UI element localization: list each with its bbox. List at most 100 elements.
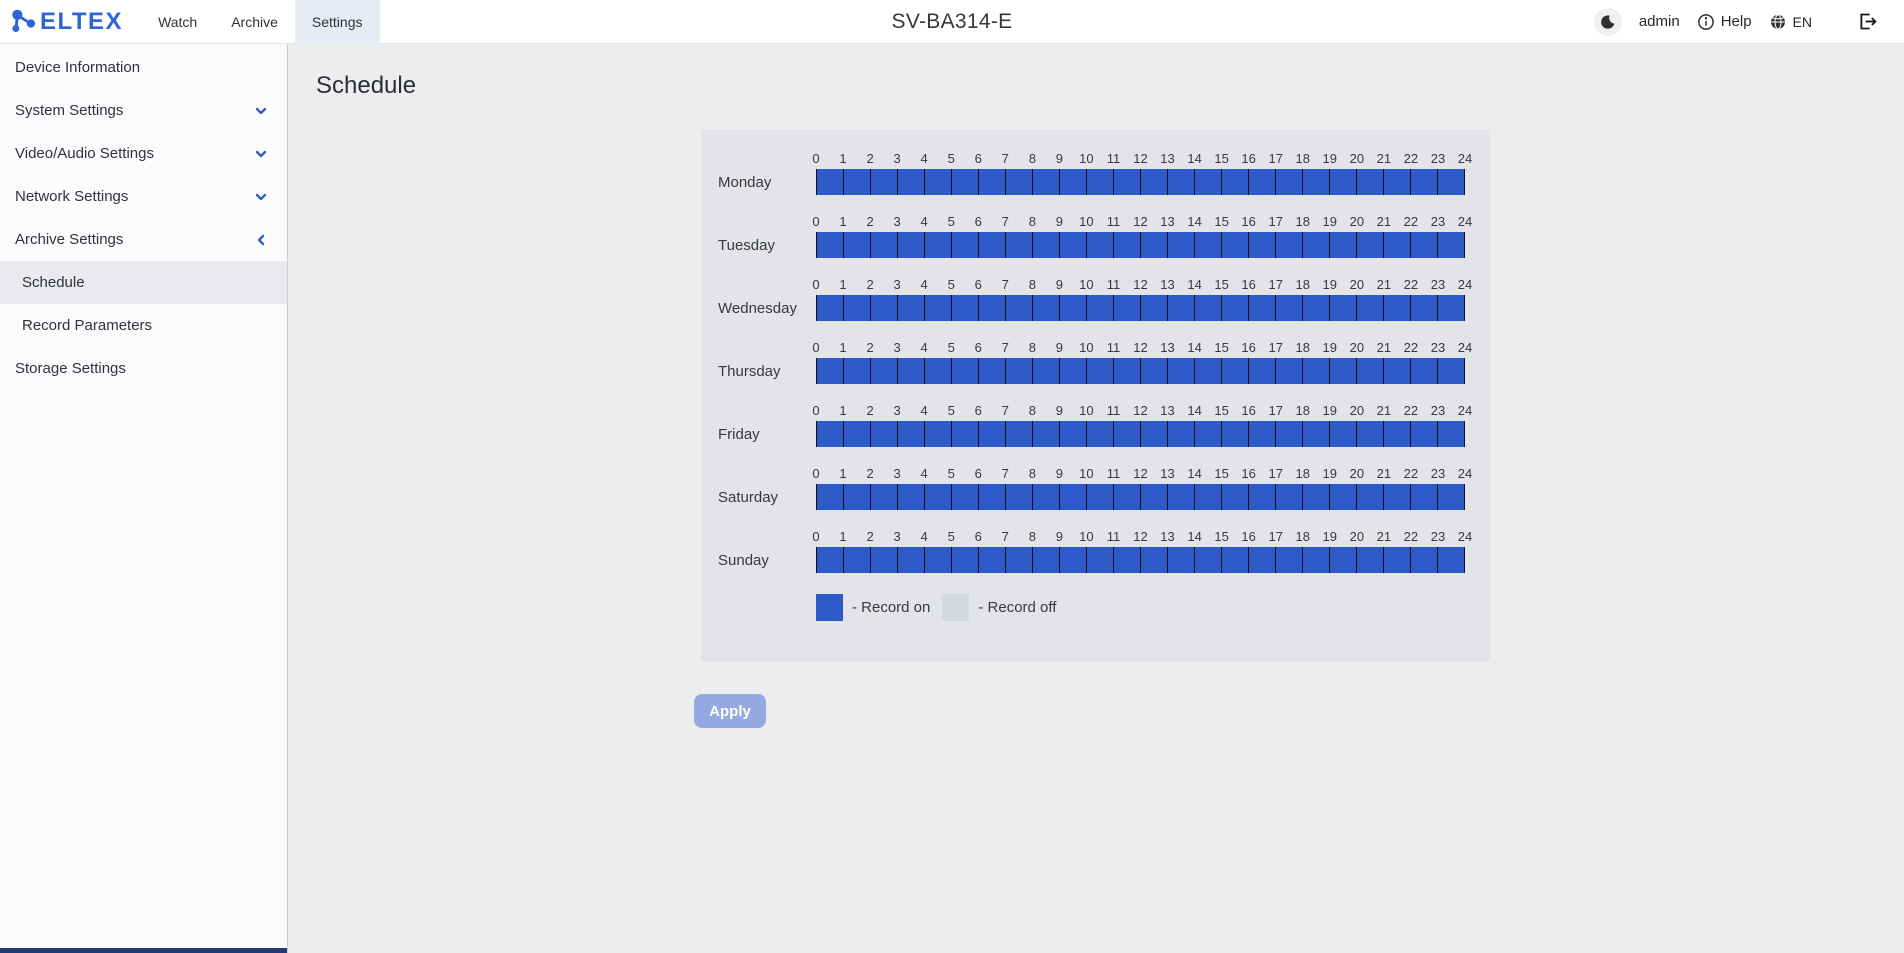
sidebar-item-device-information[interactable]: Device Information: [0, 46, 287, 89]
schedule-cell-thursday-9[interactable]: [1060, 358, 1087, 384]
schedule-cell-saturday-20[interactable]: [1357, 484, 1384, 510]
schedule-cell-friday-12[interactable]: [1141, 421, 1168, 447]
schedule-cell-saturday-14[interactable]: [1195, 484, 1222, 510]
language-switcher[interactable]: EN: [1769, 13, 1812, 31]
schedule-cell-wednesday-19[interactable]: [1330, 295, 1357, 321]
nav-tab-archive[interactable]: Archive: [214, 0, 295, 44]
schedule-cell-wednesday-5[interactable]: [952, 295, 979, 321]
schedule-cell-tuesday-13[interactable]: [1168, 232, 1195, 258]
schedule-cell-sunday-12[interactable]: [1141, 547, 1168, 573]
schedule-cell-thursday-20[interactable]: [1357, 358, 1384, 384]
schedule-cell-tuesday-19[interactable]: [1330, 232, 1357, 258]
sidebar-subitem-schedule[interactable]: Schedule: [0, 261, 287, 304]
schedule-cell-monday-21[interactable]: [1384, 169, 1411, 195]
schedule-cell-wednesday-16[interactable]: [1249, 295, 1276, 321]
schedule-cell-wednesday-17[interactable]: [1276, 295, 1303, 321]
schedule-cell-tuesday-2[interactable]: [871, 232, 898, 258]
schedule-cell-wednesday-12[interactable]: [1141, 295, 1168, 321]
schedule-cell-sunday-5[interactable]: [952, 547, 979, 573]
schedule-cell-tuesday-16[interactable]: [1249, 232, 1276, 258]
schedule-cell-tuesday-0[interactable]: [816, 232, 844, 258]
schedule-cell-tuesday-15[interactable]: [1222, 232, 1249, 258]
schedule-cell-friday-19[interactable]: [1330, 421, 1357, 447]
schedule-cell-wednesday-21[interactable]: [1384, 295, 1411, 321]
schedule-cell-monday-1[interactable]: [844, 169, 871, 195]
apply-button[interactable]: Apply: [694, 694, 766, 728]
schedule-cell-sunday-23[interactable]: [1438, 547, 1465, 573]
schedule-cell-sunday-6[interactable]: [979, 547, 1006, 573]
schedule-cell-sunday-16[interactable]: [1249, 547, 1276, 573]
schedule-cell-wednesday-15[interactable]: [1222, 295, 1249, 321]
sidebar-item-archive-settings[interactable]: Archive Settings: [0, 218, 287, 261]
schedule-cell-tuesday-4[interactable]: [925, 232, 952, 258]
sidebar-subitem-record-parameters[interactable]: Record Parameters: [0, 304, 287, 347]
schedule-cell-friday-20[interactable]: [1357, 421, 1384, 447]
schedule-cell-friday-0[interactable]: [816, 421, 844, 447]
schedule-cell-friday-1[interactable]: [844, 421, 871, 447]
nav-tab-settings[interactable]: Settings: [295, 0, 380, 44]
schedule-cell-friday-2[interactable]: [871, 421, 898, 447]
sidebar-item-network-settings[interactable]: Network Settings: [0, 175, 287, 218]
schedule-cell-saturday-7[interactable]: [1006, 484, 1033, 510]
sidebar-item-video-audio-settings[interactable]: Video/Audio Settings: [0, 132, 287, 175]
schedule-cell-thursday-0[interactable]: [816, 358, 844, 384]
schedule-cell-saturday-17[interactable]: [1276, 484, 1303, 510]
schedule-cell-sunday-3[interactable]: [898, 547, 925, 573]
schedule-cell-saturday-6[interactable]: [979, 484, 1006, 510]
schedule-cell-friday-9[interactable]: [1060, 421, 1087, 447]
schedule-cell-wednesday-14[interactable]: [1195, 295, 1222, 321]
schedule-cell-thursday-14[interactable]: [1195, 358, 1222, 384]
schedule-cell-sunday-10[interactable]: [1087, 547, 1114, 573]
schedule-cell-wednesday-0[interactable]: [816, 295, 844, 321]
schedule-cell-wednesday-20[interactable]: [1357, 295, 1384, 321]
schedule-cell-thursday-2[interactable]: [871, 358, 898, 384]
schedule-cell-thursday-8[interactable]: [1033, 358, 1060, 384]
schedule-cell-friday-21[interactable]: [1384, 421, 1411, 447]
schedule-cell-tuesday-14[interactable]: [1195, 232, 1222, 258]
schedule-cell-monday-23[interactable]: [1438, 169, 1465, 195]
schedule-cell-friday-3[interactable]: [898, 421, 925, 447]
schedule-cell-saturday-23[interactable]: [1438, 484, 1465, 510]
schedule-cell-tuesday-7[interactable]: [1006, 232, 1033, 258]
schedule-cell-tuesday-17[interactable]: [1276, 232, 1303, 258]
schedule-cell-tuesday-9[interactable]: [1060, 232, 1087, 258]
app-logo[interactable]: ELTEX: [0, 8, 135, 36]
schedule-cell-thursday-19[interactable]: [1330, 358, 1357, 384]
schedule-cell-monday-11[interactable]: [1114, 169, 1141, 195]
schedule-cell-tuesday-20[interactable]: [1357, 232, 1384, 258]
schedule-cell-sunday-18[interactable]: [1303, 547, 1330, 573]
schedule-cell-friday-4[interactable]: [925, 421, 952, 447]
schedule-cell-wednesday-7[interactable]: [1006, 295, 1033, 321]
schedule-cell-saturday-13[interactable]: [1168, 484, 1195, 510]
schedule-cell-saturday-11[interactable]: [1114, 484, 1141, 510]
schedule-cell-sunday-2[interactable]: [871, 547, 898, 573]
schedule-cell-saturday-16[interactable]: [1249, 484, 1276, 510]
schedule-cell-friday-18[interactable]: [1303, 421, 1330, 447]
schedule-cell-wednesday-6[interactable]: [979, 295, 1006, 321]
schedule-cell-friday-13[interactable]: [1168, 421, 1195, 447]
schedule-cell-tuesday-10[interactable]: [1087, 232, 1114, 258]
schedule-cell-monday-8[interactable]: [1033, 169, 1060, 195]
schedule-cell-monday-14[interactable]: [1195, 169, 1222, 195]
schedule-cell-thursday-15[interactable]: [1222, 358, 1249, 384]
schedule-cell-friday-22[interactable]: [1411, 421, 1438, 447]
schedule-cell-wednesday-1[interactable]: [844, 295, 871, 321]
schedule-cell-saturday-1[interactable]: [844, 484, 871, 510]
schedule-cell-saturday-4[interactable]: [925, 484, 952, 510]
schedule-cell-wednesday-10[interactable]: [1087, 295, 1114, 321]
schedule-cell-tuesday-22[interactable]: [1411, 232, 1438, 258]
schedule-cell-monday-0[interactable]: [816, 169, 844, 195]
schedule-cell-monday-15[interactable]: [1222, 169, 1249, 195]
schedule-cell-sunday-20[interactable]: [1357, 547, 1384, 573]
schedule-cell-saturday-22[interactable]: [1411, 484, 1438, 510]
schedule-cell-tuesday-3[interactable]: [898, 232, 925, 258]
schedule-cell-tuesday-12[interactable]: [1141, 232, 1168, 258]
schedule-cell-monday-7[interactable]: [1006, 169, 1033, 195]
schedule-cell-sunday-13[interactable]: [1168, 547, 1195, 573]
schedule-cell-wednesday-11[interactable]: [1114, 295, 1141, 321]
help-link[interactable]: Help: [1697, 13, 1752, 31]
schedule-cell-sunday-9[interactable]: [1060, 547, 1087, 573]
schedule-cell-thursday-22[interactable]: [1411, 358, 1438, 384]
schedule-cell-tuesday-11[interactable]: [1114, 232, 1141, 258]
schedule-cell-saturday-5[interactable]: [952, 484, 979, 510]
